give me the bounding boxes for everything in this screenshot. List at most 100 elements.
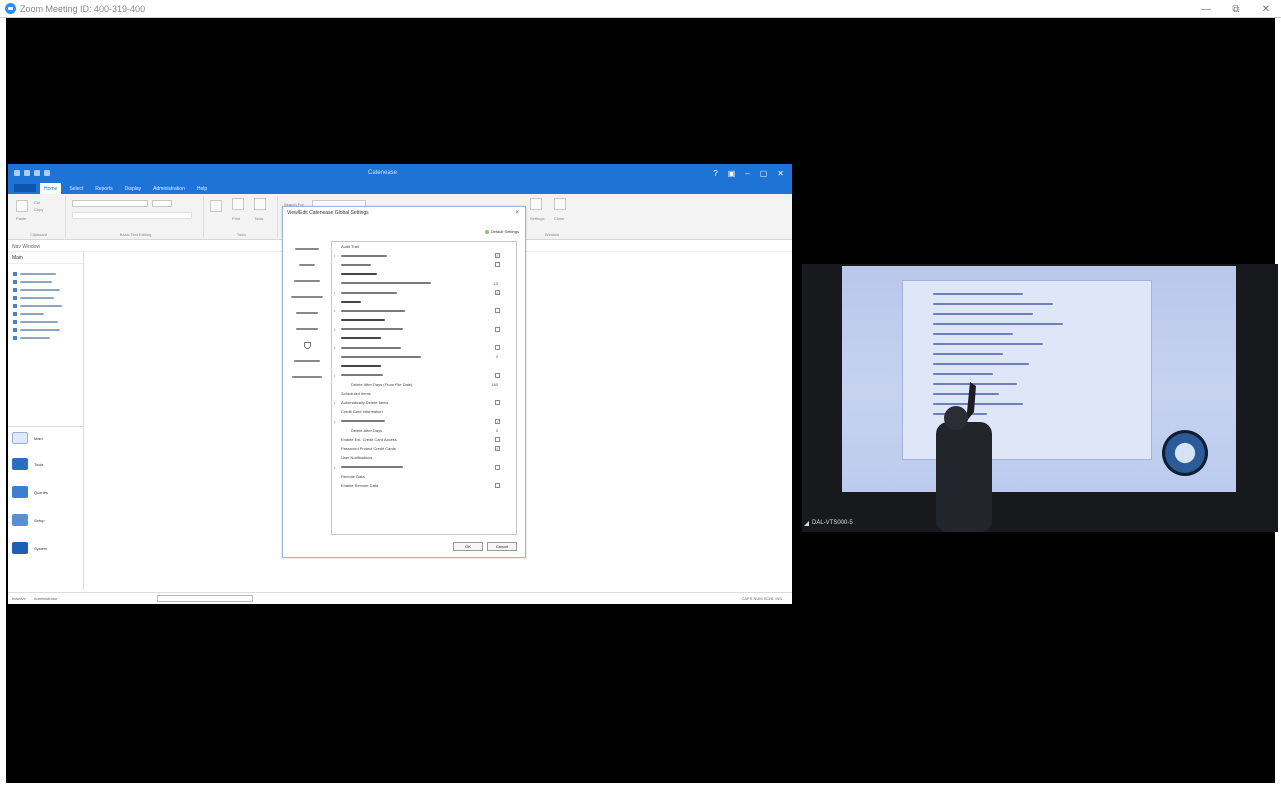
row-checkbox[interactable] xyxy=(495,262,500,268)
clipboard-group-label: Clipboard xyxy=(29,232,48,237)
row-value-input[interactable]: 0 xyxy=(496,354,498,359)
tools-icon[interactable] xyxy=(254,198,266,210)
row-label-blurred xyxy=(341,466,403,469)
tab-display[interactable]: Display xyxy=(121,183,145,194)
row-bullet: • xyxy=(334,253,336,259)
row-checkbox[interactable] xyxy=(495,308,500,314)
file-tab[interactable] xyxy=(14,184,36,192)
row-checkbox[interactable] xyxy=(495,437,500,443)
help-icon[interactable]: ? xyxy=(713,169,717,178)
row-bullet: • xyxy=(334,326,336,332)
sidebar-item[interactable] xyxy=(8,310,83,318)
minimize-button[interactable]: — xyxy=(1191,0,1221,18)
tab-label xyxy=(291,296,323,298)
paste-icon[interactable] xyxy=(16,200,28,212)
row-checkbox[interactable] xyxy=(495,464,500,470)
participant-video[interactable]: DAL-VTS000-5 xyxy=(802,264,1278,532)
restore-button[interactable]: ⧉ xyxy=(1221,0,1251,18)
nav-setup[interactable]: Setup xyxy=(12,514,44,526)
qat-undo-icon[interactable] xyxy=(24,170,30,176)
settings-row: • ✓ xyxy=(332,251,516,260)
nav-system-label: System xyxy=(34,545,48,551)
tab-administration[interactable]: Administration xyxy=(149,183,189,194)
default-settings-button[interactable]: Default Settings xyxy=(484,229,519,234)
format-controls[interactable] xyxy=(72,212,192,219)
sidebar-item[interactable] xyxy=(8,278,83,286)
tab-select[interactable]: Select xyxy=(65,183,87,194)
row-checkbox[interactable] xyxy=(495,482,500,488)
nav-tools[interactable]: Tools xyxy=(12,458,43,470)
dialog-tab[interactable] xyxy=(285,273,329,289)
tab-help[interactable]: Help xyxy=(193,183,211,194)
row-label-blurred xyxy=(341,254,387,257)
close-button[interactable]: ✕ xyxy=(1251,0,1281,18)
settings-icon[interactable] xyxy=(530,198,542,210)
row-checkbox[interactable] xyxy=(495,400,500,406)
dialog-tab[interactable] xyxy=(285,305,329,321)
qat-more-icon[interactable] xyxy=(44,170,50,176)
tool-icon-1[interactable] xyxy=(210,200,222,212)
tab-reports[interactable]: Reports xyxy=(91,183,117,194)
item-label xyxy=(20,281,52,283)
dialog-tab[interactable] xyxy=(285,353,329,369)
row-checkbox[interactable]: ✓ xyxy=(495,253,500,259)
row-checkbox[interactable]: ✓ xyxy=(495,446,500,452)
app-restore-icon[interactable]: ▢ xyxy=(760,169,768,178)
sidebar-item[interactable] xyxy=(8,302,83,310)
print-icon[interactable] xyxy=(232,198,244,210)
sidebar-item[interactable] xyxy=(8,326,83,334)
sidebar-item[interactable] xyxy=(8,270,83,278)
sidebar-item[interactable] xyxy=(8,294,83,302)
app-close-icon[interactable]: ✕ xyxy=(777,169,784,178)
row-checkbox[interactable]: ✓ xyxy=(495,418,500,424)
item-label xyxy=(20,321,58,323)
cut-button[interactable]: Cut xyxy=(34,200,40,205)
ribbon-display-icon[interactable]: ▣ xyxy=(728,169,736,178)
window-group: Settings Close Window xyxy=(526,196,578,238)
dialog-tab[interactable] xyxy=(285,321,329,337)
row-checkbox[interactable] xyxy=(495,372,500,378)
settings-row: • ✓ xyxy=(332,417,516,426)
ok-button[interactable]: OK xyxy=(453,542,483,551)
tools-nav-icon xyxy=(12,458,28,470)
row-checkbox[interactable] xyxy=(495,345,500,351)
shared-screen[interactable]: Catenease ? ▣ – ▢ ✕ Home Select Reports … xyxy=(8,164,792,604)
nav-queries[interactable]: Queries xyxy=(12,486,48,498)
close-window-icon[interactable] xyxy=(554,198,566,210)
dialog-tab[interactable] xyxy=(285,241,329,257)
nav-main[interactable]: Main xyxy=(12,432,43,444)
dialog-close-icon[interactable]: × xyxy=(515,210,519,216)
nav-system[interactable]: System xyxy=(12,542,47,554)
tab-label xyxy=(292,376,322,378)
row-label: Delete After Days (From File Date) xyxy=(351,381,413,387)
font-name-select[interactable] xyxy=(72,200,148,207)
home-icon xyxy=(12,432,28,444)
copy-button[interactable]: Copy xyxy=(34,207,43,212)
font-size-select[interactable] xyxy=(152,200,172,207)
tools-label: Tools xyxy=(254,216,264,221)
zoom-titlebar: Zoom Meeting ID: 400-319-400 — ⧉ ✕ xyxy=(0,0,1281,18)
row-label-blurred xyxy=(341,346,401,349)
row-value-input[interactable]: 0 xyxy=(496,428,498,433)
dialog-tab[interactable] xyxy=(285,369,329,385)
qat-save-icon[interactable] xyxy=(14,170,20,176)
row-checkbox[interactable]: ✓ xyxy=(495,290,500,296)
row-value-input[interactable]: 10 xyxy=(494,281,498,286)
dialog-tab[interactable] xyxy=(285,257,329,273)
settings-row xyxy=(332,361,516,370)
app-minimize-icon[interactable]: – xyxy=(745,169,749,178)
window-group-label: Window xyxy=(544,232,560,237)
global-settings-dialog: View/Edit Catenease Global Settings × De… xyxy=(282,206,526,558)
sidebar-item[interactable] xyxy=(8,318,83,326)
settings-list: Audit Trail • ✓ 10 • ✓ • • • 0 • Delete After Days … xyxy=(331,241,517,535)
settings-row: 10 xyxy=(332,279,516,288)
tab-home[interactable]: Home xyxy=(40,183,62,194)
dialog-tab-security[interactable] xyxy=(285,337,329,353)
sidebar-item[interactable] xyxy=(8,286,83,294)
row-value-input[interactable]: 180 xyxy=(491,382,498,387)
dialog-tab[interactable] xyxy=(285,289,329,305)
cancel-button[interactable]: Cancel xyxy=(487,542,517,551)
sidebar-item[interactable] xyxy=(8,334,83,342)
qat-redo-icon[interactable] xyxy=(34,170,40,176)
row-checkbox[interactable] xyxy=(495,326,500,332)
